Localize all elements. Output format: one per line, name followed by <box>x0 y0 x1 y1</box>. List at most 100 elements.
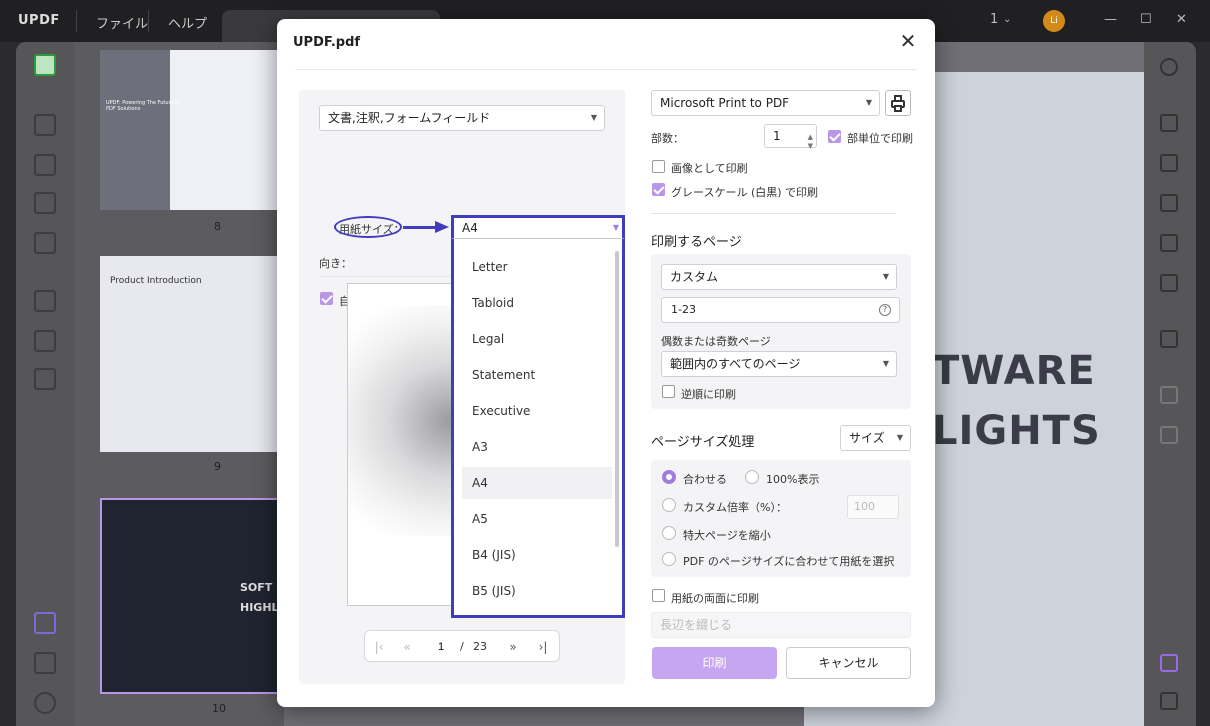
avatar[interactable]: Li <box>1043 10 1065 32</box>
highlight-oval <box>334 216 402 238</box>
actual-size-radio[interactable] <box>745 470 759 484</box>
email-icon[interactable] <box>1160 274 1178 292</box>
previous-page-icon[interactable]: « <box>397 637 417 657</box>
canvas-heading-line1: TWARE <box>932 348 1096 394</box>
decrement-icon[interactable]: ▼ <box>808 135 813 157</box>
odd-even-value: 範囲内のすべてのページ <box>670 357 801 371</box>
divider <box>651 213 896 214</box>
content-select-value: 文書,注釈,フォームフィールド <box>328 111 491 125</box>
layers-icon[interactable] <box>34 612 56 634</box>
edit-icon[interactable] <box>34 154 56 176</box>
share-icon[interactable] <box>1160 234 1178 252</box>
page-number-input[interactable] <box>427 636 455 658</box>
canvas-heading-line2: LIGHTS <box>932 408 1101 454</box>
printer-name: Microsoft Print to PDF <box>660 96 790 110</box>
thumbnail-page-9[interactable]: Product Introduction <box>100 256 280 452</box>
ocr-icon[interactable] <box>1160 114 1178 132</box>
chevron-down-icon: ▼ <box>590 113 597 122</box>
reverse-order-checkbox[interactable] <box>662 385 675 398</box>
chevron-down-icon: ▼ <box>882 359 889 368</box>
grayscale-checkbox[interactable] <box>652 183 665 196</box>
dropdown-scrollbar[interactable] <box>615 251 619 547</box>
chevron-down-icon: ▼ <box>882 272 889 281</box>
convert-icon[interactable] <box>1160 154 1178 172</box>
page-range-value: 1-23 <box>671 303 696 316</box>
odd-even-select[interactable]: 範囲内のすべてのページ ▼ <box>661 351 897 377</box>
feedback-icon[interactable] <box>1160 692 1178 710</box>
crop-icon[interactable] <box>34 330 56 352</box>
thumbnail-page-8[interactable]: UPDF: Powering The Future Of PDF Solutio… <box>100 50 280 210</box>
pages-mode-select[interactable]: カスタム ▼ <box>661 264 897 290</box>
print-button[interactable]: 印刷 <box>652 647 777 679</box>
close-window-icon[interactable]: ✕ <box>1176 12 1187 27</box>
grayscale-label: グレースケール (白黒) で印刷 <box>671 186 819 199</box>
page-range-input[interactable]: 1-23 ? <box>661 297 900 323</box>
undo-icon[interactable] <box>1160 386 1178 404</box>
printer-icon-paper <box>894 105 902 112</box>
custom-scale-input[interactable]: 100 <box>847 495 899 519</box>
paper-option-legal[interactable]: Legal <box>462 323 612 355</box>
attachment-icon[interactable] <box>34 692 56 714</box>
cancel-button[interactable]: キャンセル <box>786 647 911 679</box>
printer-select[interactable]: Microsoft Print to PDF ▼ <box>651 90 880 116</box>
chevron-down-icon[interactable]: ⌄ <box>1003 14 1011 25</box>
shrink-radio[interactable] <box>662 526 676 540</box>
duplex-checkbox[interactable] <box>652 589 665 602</box>
paper-option-tabloid[interactable]: Tabloid <box>462 287 612 319</box>
ai-assistant-icon[interactable] <box>1160 654 1178 672</box>
copies-stepper[interactable]: 1 ▲ ▼ <box>764 124 817 150</box>
sign-icon[interactable] <box>34 232 56 254</box>
search-icon[interactable] <box>1160 58 1178 76</box>
paper-option-a3[interactable]: A3 <box>462 431 612 463</box>
paper-size-select[interactable]: A4 ▼ <box>451 215 625 239</box>
left-tool-rail <box>16 42 74 726</box>
reader-icon[interactable] <box>34 54 56 76</box>
page-size-mode-value: サイズ <box>849 431 885 445</box>
content-select[interactable]: 文書,注釈,フォームフィールド ▼ <box>319 105 605 131</box>
arrow-head-icon <box>435 221 449 233</box>
auto-rotate-checkbox[interactable] <box>320 292 333 305</box>
close-icon[interactable]: ✕ <box>897 31 919 53</box>
menu-file[interactable]: ファイル <box>96 13 148 32</box>
paper-option-b5-jis[interactable]: B5 (JIS) <box>462 575 612 607</box>
page-indicator[interactable]: 1 <box>990 12 998 27</box>
paper-option-statement[interactable]: Statement <box>462 359 612 391</box>
convert-icon[interactable] <box>34 368 56 390</box>
organize-icon[interactable] <box>34 290 56 312</box>
first-page-icon[interactable]: |‹ <box>369 637 389 657</box>
choose-by-pdf-radio[interactable] <box>662 552 676 566</box>
help-icon[interactable]: ? <box>879 304 891 316</box>
save-icon[interactable] <box>1160 330 1178 348</box>
paper-size-dropdown: Letter Tabloid Legal Statement Executive… <box>451 238 625 618</box>
paper-option-b4-jis[interactable]: B4 (JIS) <box>462 539 612 571</box>
page-separator: / <box>460 640 464 653</box>
total-pages: 23 <box>473 640 487 653</box>
thumbnail-panel: UPDF: Powering The Future Of PDF Solutio… <box>74 42 284 726</box>
paper-option-a5[interactable]: A5 <box>462 503 612 535</box>
binding-select[interactable]: 長辺を綴じる <box>651 612 911 638</box>
custom-scale-radio[interactable] <box>662 498 676 512</box>
paper-option-a4[interactable]: A4 <box>462 467 612 499</box>
print-as-image-checkbox[interactable] <box>652 160 665 173</box>
maximize-icon[interactable]: ☐ <box>1140 12 1152 27</box>
fit-label: 合わせる <box>683 473 727 486</box>
fit-radio[interactable] <box>662 470 676 484</box>
custom-scale-value: 100 <box>854 500 875 513</box>
printer-properties-button[interactable] <box>885 90 911 116</box>
paper-option-executive[interactable]: Executive <box>462 395 612 427</box>
last-page-icon[interactable]: ›| <box>533 637 553 657</box>
comment-icon[interactable] <box>34 114 56 136</box>
orientation-label: 向き： <box>319 257 352 270</box>
thumbnail-page-10[interactable]: SOFT HIGHL <box>100 498 280 694</box>
bookmark-icon[interactable] <box>34 652 56 674</box>
next-page-icon[interactable]: » <box>503 637 523 657</box>
paper-option-letter[interactable]: Letter <box>462 251 612 283</box>
collate-checkbox[interactable] <box>828 130 841 143</box>
page-size-mode-select[interactable]: サイズ ▼ <box>840 425 911 451</box>
protect-icon[interactable] <box>1160 194 1178 212</box>
form-icon[interactable] <box>34 192 56 214</box>
minimize-icon[interactable]: — <box>1104 12 1117 27</box>
paper-size-value: A4 <box>462 221 478 235</box>
menu-help[interactable]: ヘルプ <box>168 13 207 32</box>
redo-icon[interactable] <box>1160 426 1178 444</box>
